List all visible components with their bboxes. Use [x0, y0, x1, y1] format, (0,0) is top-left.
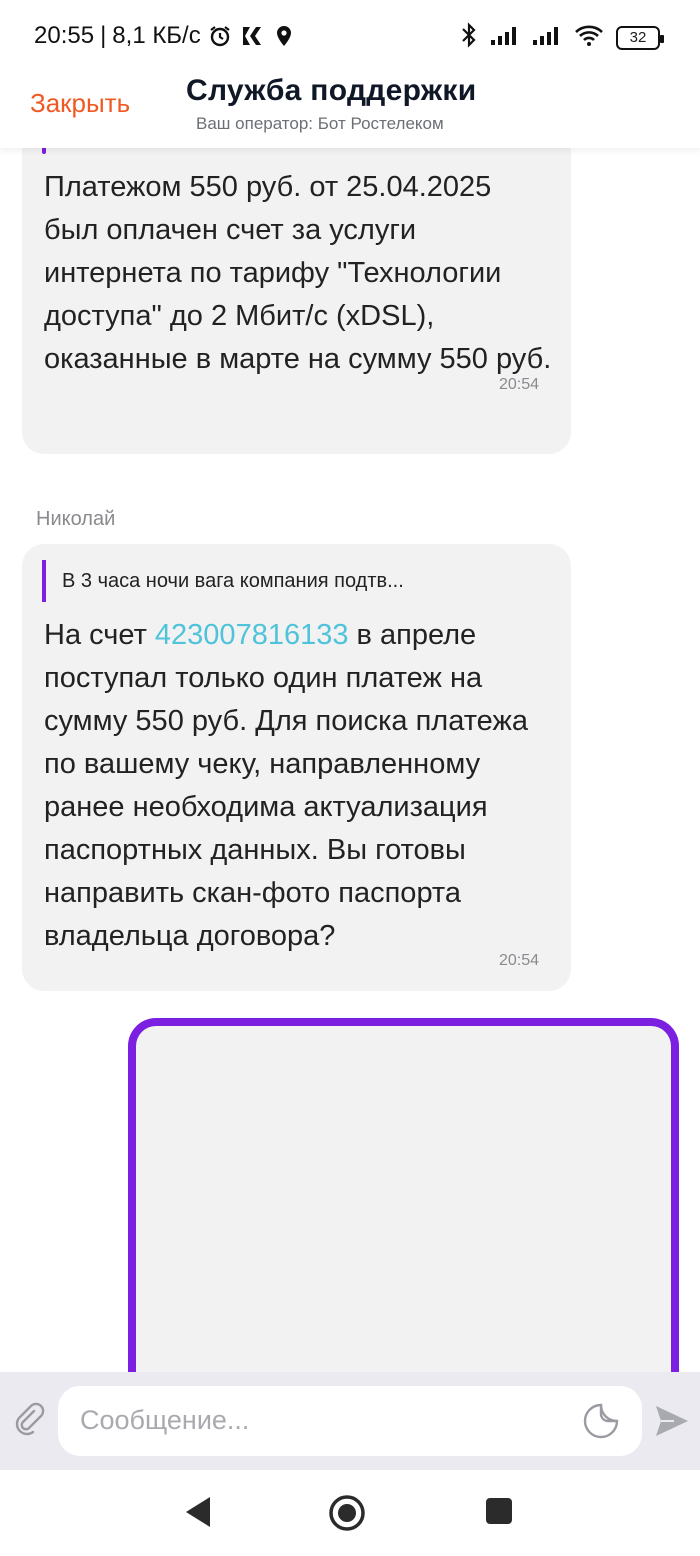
battery-icon: 32: [616, 25, 664, 50]
system-nav-bar: [0, 1470, 700, 1556]
chat-header: Закрыть Служба поддержки Ваш оператор: Б…: [0, 62, 700, 148]
k-logo-icon: [239, 23, 265, 49]
message-time: 20:54: [498, 376, 539, 393]
quoted-message[interactable]: В 3 часа ночи вага компания подтв...: [42, 560, 404, 602]
bluetooth-icon: [460, 22, 478, 53]
quote-bar: [42, 148, 46, 154]
account-number-link[interactable]: 423007816133: [155, 619, 349, 651]
message-text-before: На счет: [44, 619, 155, 651]
signal-icon: [532, 24, 562, 51]
message-bubble[interactable]: Платежом 550 руб. от 25.04.2025 был опла…: [22, 148, 571, 454]
send-icon[interactable]: [654, 1404, 690, 1438]
status-separator: |: [100, 22, 107, 49]
page-title: Служба поддержки: [186, 74, 477, 107]
message-time: 20:54: [498, 952, 539, 969]
message-bubble[interactable]: В 3 часа ночи вага компания подтв... На …: [22, 544, 571, 991]
close-button[interactable]: Закрыть: [30, 88, 130, 119]
signal-icon: [490, 24, 520, 51]
message-author: Николай: [36, 508, 116, 530]
image-message-bubble[interactable]: [128, 1018, 679, 1372]
message-text: На счет 423007816133 в апреле поступал т…: [44, 614, 553, 958]
location-icon: [271, 23, 297, 49]
status-right: 32: [460, 22, 664, 53]
message-text: Платежом 550 руб. от 25.04.2025 был опла…: [44, 171, 552, 375]
alarm-icon: [207, 23, 233, 49]
recents-icon[interactable]: [486, 1498, 512, 1524]
paperclip-icon[interactable]: [12, 1402, 46, 1436]
message-composer: Сообщение...: [0, 1372, 700, 1470]
operator-subtitle: Ваш оператор: Бот Ростелеком: [196, 114, 444, 133]
home-icon[interactable]: [328, 1494, 366, 1532]
status-speed: 8,1 КБ/с: [112, 22, 201, 49]
wifi-icon: [574, 23, 604, 52]
back-icon[interactable]: [184, 1495, 212, 1529]
message-placeholder: Сообщение...: [80, 1405, 250, 1435]
message-input[interactable]: Сообщение...: [58, 1386, 642, 1456]
chat-messages[interactable]: Платежом 550 руб. от 25.04.2025 был опла…: [0, 148, 700, 1372]
message-text-after: в апреле поступал только один платеж на …: [44, 619, 528, 952]
status-left: 20:55 | 8,1 КБ/с: [34, 22, 297, 50]
status-time: 20:55: [34, 22, 95, 49]
sticker-icon[interactable]: [582, 1402, 620, 1440]
